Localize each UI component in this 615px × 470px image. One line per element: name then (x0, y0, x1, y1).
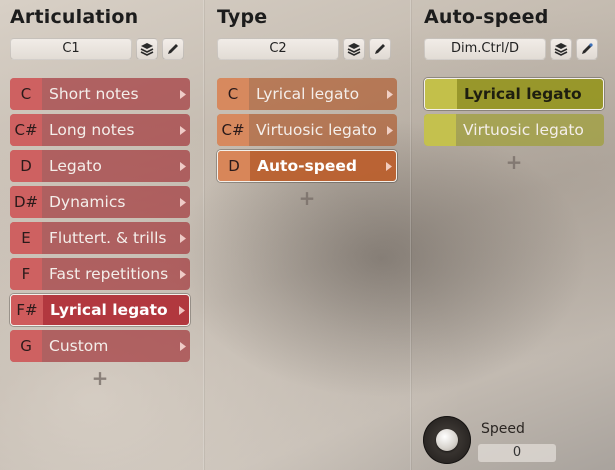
layers-button[interactable] (136, 37, 158, 60)
triangle-right-icon (176, 161, 190, 171)
item-key: C (10, 78, 42, 110)
articulation-column: Articulation C1 C Short notes C# Long notes… (10, 0, 191, 470)
edit-button[interactable] (576, 37, 598, 60)
edit-button[interactable] (162, 37, 184, 60)
column-toolbar: C1 (10, 37, 184, 60)
item-key: D (10, 150, 42, 182)
triangle-right-icon (383, 89, 397, 99)
column-title: Type (217, 6, 268, 28)
item-label: Short notes (49, 85, 139, 103)
auto-speed-column: Auto-speed Dim.Ctrl/D Lyrical legato Virt… (424, 0, 605, 470)
list-item[interactable]: F# Lyrical legato (10, 294, 190, 326)
item-key (425, 79, 457, 109)
item-key: D (218, 151, 250, 181)
list-item[interactable]: G Custom (10, 330, 190, 362)
item-label: Fluttert. & trills (49, 229, 167, 247)
item-key: D# (10, 186, 42, 218)
triangle-right-icon (382, 161, 396, 171)
add-item-button[interactable]: + (10, 366, 190, 390)
triangle-right-icon (383, 125, 397, 135)
item-key: F (10, 258, 42, 290)
pencil-icon (168, 43, 178, 54)
type-selector[interactable]: C2 (217, 37, 339, 60)
item-key: F# (11, 295, 43, 325)
pencil-icon (375, 43, 385, 54)
item-label: Auto-speed (257, 157, 357, 175)
layers-icon (554, 42, 568, 56)
item-label: Fast repetitions (49, 265, 169, 283)
layers-button[interactable] (343, 37, 365, 60)
list-item[interactable]: C Lyrical legato (217, 78, 397, 110)
item-key (424, 114, 456, 146)
list-item[interactable]: D Auto-speed (217, 150, 397, 182)
add-item-button[interactable]: + (217, 186, 397, 210)
item-key: G (10, 330, 42, 362)
triangle-right-icon (176, 125, 190, 135)
add-item-button[interactable]: + (424, 150, 604, 174)
triangle-right-icon (176, 269, 190, 279)
layers-icon (140, 42, 154, 56)
column-title: Articulation (10, 6, 139, 28)
pencil-icon (582, 42, 593, 54)
speed-value-field[interactable]: 0 (478, 444, 556, 462)
column-toolbar: C2 (217, 37, 391, 60)
item-label: Long notes (49, 121, 135, 139)
triangle-right-icon (176, 89, 190, 99)
item-label: Legato (49, 157, 102, 175)
item-label: Custom (49, 337, 109, 355)
layers-icon (347, 42, 361, 56)
item-label: Virtuosic legato (256, 121, 377, 139)
type-column: Type C2 C Lyrical legato C# Virtuosic legat… (217, 0, 398, 470)
item-key: C# (217, 114, 249, 146)
column-divider (410, 0, 411, 470)
speed-label: Speed (481, 421, 525, 437)
layers-button[interactable] (550, 37, 572, 60)
speed-knob[interactable] (423, 416, 471, 464)
list-item[interactable]: C Short notes (10, 78, 190, 110)
articulation-selector[interactable]: C1 (10, 37, 132, 60)
column-divider (203, 0, 204, 470)
list-item[interactable]: E Fluttert. & trills (10, 222, 190, 254)
list-item[interactable]: C# Long notes (10, 114, 190, 146)
item-key: C# (10, 114, 42, 146)
list-item[interactable]: C# Virtuosic legato (217, 114, 397, 146)
speed-control: Speed 0 (423, 416, 613, 466)
triangle-right-icon (175, 305, 189, 315)
triangle-right-icon (176, 233, 190, 243)
auto-speed-list: Lyrical legato Virtuosic legato + (424, 78, 604, 174)
type-list: C Lyrical legato C# Virtuosic legato D Auto-s… (217, 78, 397, 210)
list-item[interactable]: Lyrical legato (424, 78, 604, 110)
list-item[interactable]: F Fast repetitions (10, 258, 190, 290)
item-label: Lyrical legato (50, 301, 168, 319)
column-toolbar: Dim.Ctrl/D (424, 37, 598, 60)
item-label: Virtuosic legato (463, 121, 584, 139)
item-label: Lyrical legato (464, 85, 582, 103)
triangle-right-icon (176, 197, 190, 207)
auto-speed-selector[interactable]: Dim.Ctrl/D (424, 37, 546, 60)
column-title: Auto-speed (424, 6, 549, 28)
item-label: Lyrical legato (256, 85, 360, 103)
articulation-list: C Short notes C# Long notes D Legato D# Dynamic… (10, 78, 190, 390)
edit-button[interactable] (369, 37, 391, 60)
list-item[interactable]: Virtuosic legato (424, 114, 604, 146)
list-item[interactable]: D Legato (10, 150, 190, 182)
item-key: E (10, 222, 42, 254)
item-key: C (217, 78, 249, 110)
triangle-right-icon (176, 341, 190, 351)
item-label: Dynamics (49, 193, 126, 211)
list-item[interactable]: D# Dynamics (10, 186, 190, 218)
knob-cap (436, 429, 458, 451)
